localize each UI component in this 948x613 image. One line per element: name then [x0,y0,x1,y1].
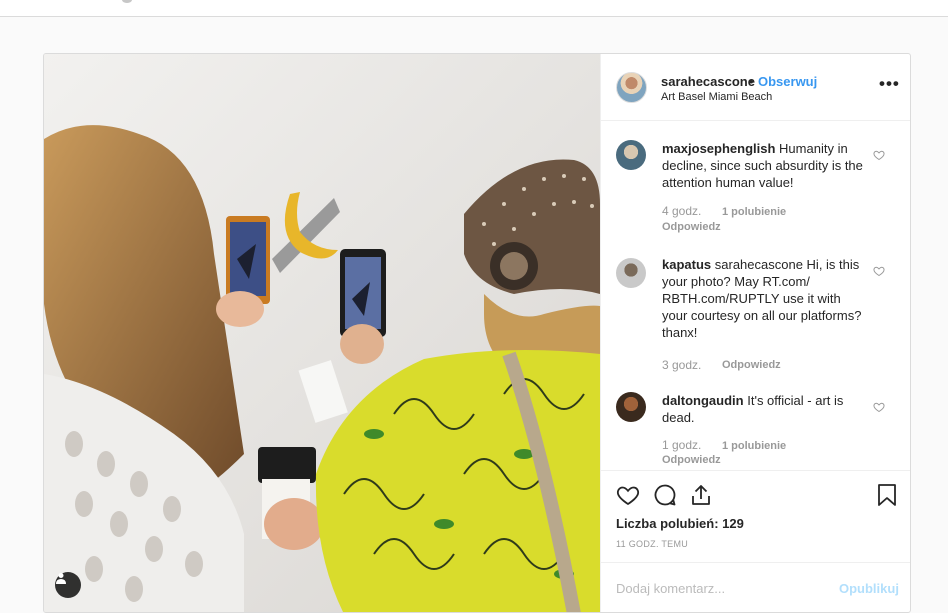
post-timestamp: 11 GODZ. TEMU [616,539,689,549]
post-location[interactable]: Art Basel Miami Beach [661,91,772,103]
photo-illustration [44,54,600,612]
heart-icon[interactable] [873,401,885,413]
comment-input[interactable] [616,577,826,599]
reply-button[interactable]: Odpowiedz [662,221,721,233]
bookmark-icon[interactable] [876,483,898,507]
separator-dot: • [749,74,754,89]
add-comment-section: Opublikuj [601,562,910,612]
post-header: sarahecascone • Obserwuj Art Basel Miami… [601,54,910,121]
comment-text: kapatus sarahecascone Hi, is this your p… [662,256,868,341]
heart-icon[interactable] [616,483,640,507]
top-navigation-bar [0,0,948,17]
post-sidebar: sarahecascone • Obserwuj Art Basel Miami… [600,54,910,612]
comment-icon[interactable] [653,483,677,507]
follow-button[interactable]: Obserwuj [758,74,817,89]
post-actions: Liczba polubień: 129 11 GODZ. TEMU [601,470,910,570]
share-icon[interactable] [689,483,713,507]
comment-list[interactable]: maxjosephenglish Humanity in decline, si… [601,122,910,470]
post-card: sarahecascone • Obserwuj Art Basel Miami… [43,53,911,613]
comment-username[interactable]: kapatus [662,257,711,272]
commenter-avatar[interactable] [616,392,646,422]
comment-text: maxjosephenglish Humanity in decline, si… [662,140,868,191]
heart-icon[interactable] [873,265,885,277]
owner-avatar[interactable] [616,72,647,103]
reply-button[interactable]: Odpowiedz [662,454,721,466]
reply-button[interactable]: Odpowiedz [722,359,781,371]
heart-icon[interactable] [873,149,885,161]
comment-time: 3 godz. [662,358,702,372]
owner-username[interactable]: sarahecascone [661,74,755,89]
publish-button[interactable]: Opublikuj [839,581,899,596]
comment-time: 4 godz. [662,204,702,218]
comment-username[interactable]: daltongaudin [662,393,744,408]
comment-time: 1 godz. [662,438,702,452]
nav-icon[interactable] [122,0,132,3]
comment-text: daltongaudin It's official - art is dead… [662,392,868,426]
commenter-avatar[interactable] [616,258,646,288]
commenter-avatar[interactable] [616,140,646,170]
comment-username[interactable]: maxjosephenglish [662,141,775,156]
user-tag-icon[interactable] [55,572,81,598]
more-options-icon[interactable]: ••• [879,74,900,94]
likes-count[interactable]: Liczba polubień: 129 [616,516,744,531]
post-photo[interactable] [44,54,600,612]
